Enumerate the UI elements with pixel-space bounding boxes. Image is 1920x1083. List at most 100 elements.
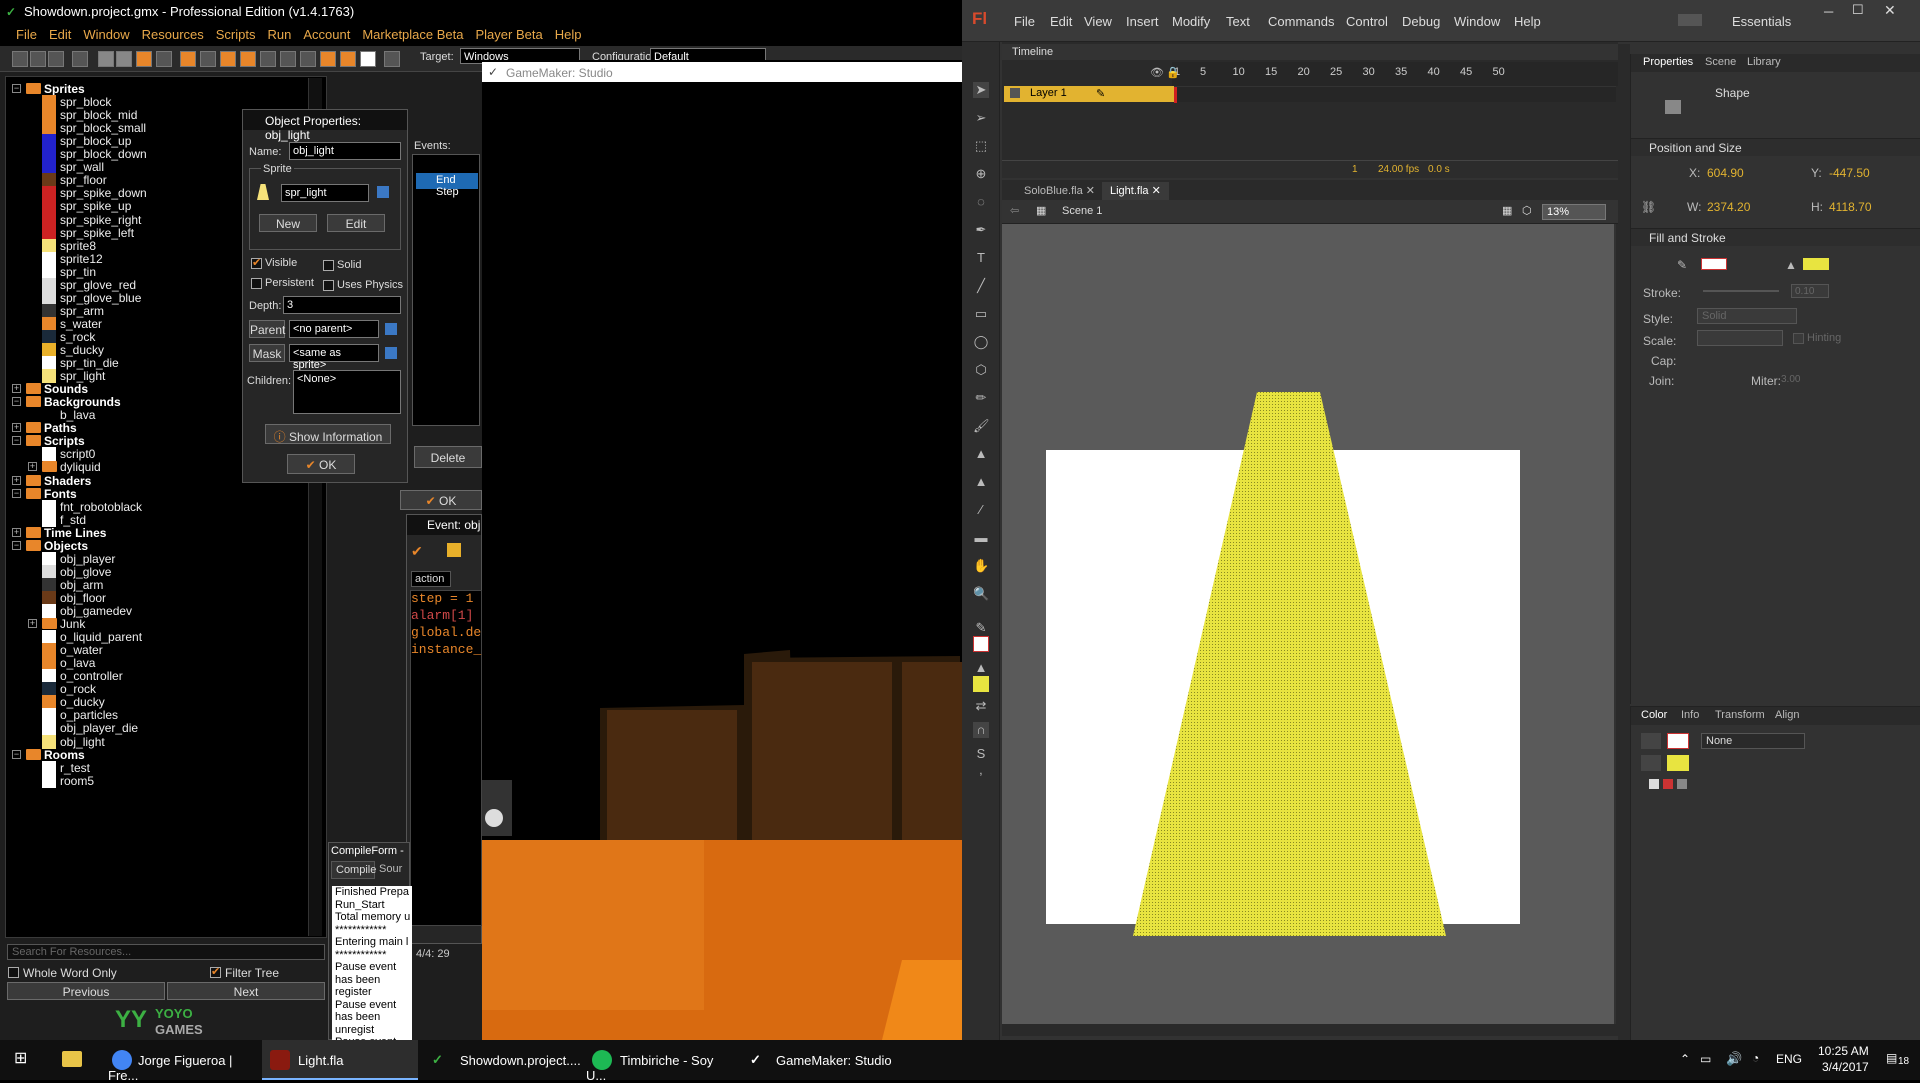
subselection-tool-icon[interactable]: ➢ — [973, 110, 989, 126]
no-color-icon[interactable] — [1663, 779, 1673, 789]
previous-button[interactable]: Previous — [7, 982, 165, 1000]
swap-colors-small-icon[interactable] — [1677, 779, 1687, 789]
fl-menu-commands[interactable]: Commands — [1268, 14, 1334, 29]
code-editor[interactable]: step = 1 alarm[1] global.de instance_ — [410, 590, 482, 926]
create-sprite-icon[interactable] — [180, 51, 196, 67]
clock-time[interactable]: 10:25 AM — [1818, 1044, 1869, 1058]
3d-rotation-tool-icon[interactable]: ⊕ — [973, 166, 989, 182]
close-tab-icon[interactable]: ✕ — [1086, 185, 1095, 197]
fill-color-swatch[interactable] — [1803, 258, 1829, 270]
parent-select[interactable]: <no parent> — [289, 320, 379, 338]
hand-tool-icon[interactable]: ✋ — [973, 558, 989, 574]
delete-event-button[interactable]: Delete — [414, 446, 482, 468]
selection-tool-icon[interactable]: ➤ — [973, 82, 989, 98]
create-sound-icon[interactable] — [200, 51, 216, 67]
battery-icon[interactable]: ▭ — [1700, 1052, 1711, 1066]
search-resources-input[interactable]: Search For Resources... — [7, 944, 325, 960]
h-value[interactable]: 4118.70 — [1829, 200, 1872, 214]
w-value[interactable]: 2374.20 — [1707, 200, 1750, 214]
oval-tool-icon[interactable]: ◯ — [973, 334, 989, 350]
frame-rate[interactable]: 24.00 fps — [1378, 164, 1419, 175]
x-value[interactable]: 604.90 — [1707, 166, 1744, 180]
smooth-icon[interactable]: S — [973, 746, 989, 762]
default-colors-icon[interactable] — [1649, 779, 1659, 789]
zoom-select[interactable]: 13% — [1542, 204, 1606, 220]
snap-to-objects-icon[interactable]: ∩ — [973, 722, 989, 738]
eye-icon[interactable]: 👁 — [1150, 66, 1164, 79]
fl-menu-control[interactable]: Control — [1346, 14, 1388, 29]
y-value[interactable]: -447.50 — [1829, 166, 1870, 180]
compile-tab[interactable]: Compile — [331, 861, 376, 879]
settings-icon[interactable] — [384, 51, 400, 67]
position-size-header[interactable]: Position and Size — [1631, 138, 1920, 156]
minimize-icon[interactable]: ─ — [1824, 4, 1833, 19]
stroke-value[interactable]: 0.10 — [1791, 284, 1829, 298]
maximize-icon[interactable]: ☐ — [1852, 2, 1864, 18]
tab-transform[interactable]: Transform — [1715, 709, 1765, 721]
scene-name[interactable]: Scene 1 — [1062, 205, 1102, 217]
expand-icon[interactable]: + — [28, 462, 37, 472]
fl-menu-edit[interactable]: Edit — [1050, 14, 1072, 29]
show-information-button[interactable]: ⓘ Show Information — [265, 424, 391, 444]
straighten-icon[interactable]: ʼ — [973, 770, 989, 786]
open-folder-icon[interactable] — [447, 543, 461, 557]
wifi-icon[interactable]: ◔ — [1752, 1051, 1759, 1065]
line-tool-icon[interactable]: ╱ — [973, 278, 989, 294]
clean-icon[interactable] — [156, 51, 172, 67]
whole-word-checkbox[interactable] — [8, 967, 19, 978]
color-type-select[interactable]: None — [1701, 733, 1805, 749]
ok-button[interactable]: ✔ OK — [287, 454, 355, 474]
stop-icon[interactable] — [136, 51, 152, 67]
clock-date[interactable]: 3/4/2017 — [1822, 1060, 1869, 1074]
create-font-icon[interactable] — [300, 51, 316, 67]
stroke-color-icon[interactable]: ✎ — [973, 620, 989, 636]
save-check-icon[interactable]: ✔ — [411, 543, 425, 559]
create-path-icon[interactable] — [240, 51, 256, 67]
close-tab-icon[interactable]: ✕ — [1152, 185, 1161, 197]
new-sprite-button[interactable]: New — [259, 214, 317, 232]
collapse-icon[interactable]: − — [12, 540, 21, 550]
expand-icon[interactable]: + — [12, 423, 21, 433]
panel-splitter[interactable] — [1618, 44, 1630, 1040]
tab-light[interactable]: Light.fla ✕ — [1102, 182, 1169, 200]
tree-item[interactable]: room5 — [6, 773, 306, 789]
action-center-icon[interactable]: ▤ — [1886, 1051, 1897, 1065]
playhead[interactable] — [1174, 87, 1177, 103]
swap-colors-icon[interactable]: ⇄ — [973, 698, 989, 714]
ink-bottle-tool-icon[interactable]: ▲ — [973, 474, 989, 490]
menu-help[interactable]: Help — [549, 24, 588, 42]
menu-account[interactable]: Account — [297, 24, 356, 42]
menu-edit[interactable]: Edit — [43, 24, 77, 42]
tab-properties[interactable]: Properties — [1643, 56, 1693, 68]
open-project-icon[interactable] — [30, 51, 46, 67]
paint-bucket-tool-icon[interactable]: ▲ — [973, 446, 989, 462]
new-project-icon[interactable] — [12, 51, 28, 67]
collapse-icon[interactable]: − — [12, 397, 21, 407]
children-list[interactable]: <None> — [293, 370, 401, 414]
rectangle-tool-icon[interactable]: ▭ — [973, 306, 989, 322]
create-script-icon[interactable] — [260, 51, 276, 67]
scale-select[interactable] — [1697, 330, 1783, 346]
depth-input[interactable]: 3 — [283, 296, 401, 314]
menu-window[interactable]: Window — [77, 24, 135, 42]
sprite-browse-icon[interactable] — [377, 186, 389, 198]
close-icon[interactable]: ✕ — [1884, 2, 1896, 19]
free-transform-tool-icon[interactable]: ⬚ — [973, 138, 989, 154]
create-background-icon[interactable] — [220, 51, 236, 67]
sprite-select[interactable]: spr_light — [281, 184, 369, 202]
stroke-color-swatch[interactable] — [1701, 258, 1727, 270]
fl-menu-insert[interactable]: Insert — [1126, 14, 1159, 29]
fl-menu-window[interactable]: Window — [1454, 14, 1500, 29]
taskbar-flash[interactable]: Light.fla — [262, 1040, 418, 1080]
fill-mode-icon[interactable] — [1641, 755, 1661, 771]
tab-scene[interactable]: Scene — [1705, 56, 1736, 68]
menu-scripts[interactable]: Scripts — [210, 24, 262, 42]
game-window[interactable] — [482, 60, 962, 1040]
pencil-tool-icon[interactable]: ✏ — [973, 390, 989, 406]
menu-file[interactable]: File — [0, 24, 43, 42]
mask-browse-icon[interactable] — [385, 347, 397, 359]
parent-browse-icon[interactable] — [385, 323, 397, 335]
visible-checkbox[interactable] — [251, 256, 262, 269]
run-icon[interactable] — [98, 51, 114, 67]
expand-icon[interactable]: + — [12, 475, 21, 485]
